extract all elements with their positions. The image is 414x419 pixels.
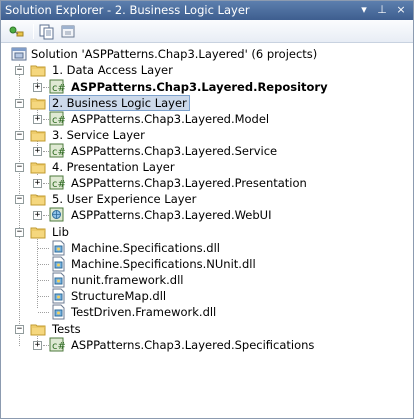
tree-item-folder[interactable]: − 5. User Experience Layer [1, 191, 401, 207]
tree-connector [38, 280, 49, 281]
tree-item-file[interactable]: Machine.Specifications.dll [1, 240, 401, 256]
expand-toggle[interactable]: + [33, 179, 42, 188]
collapse-toggle[interactable]: − [15, 99, 24, 108]
dll-file-icon [51, 272, 67, 288]
tree-item-file[interactable]: nunit.framework.dll [1, 272, 401, 288]
title-bar: Solution Explorer - 2. Business Logic La… [1, 1, 413, 20]
collapse-toggle[interactable]: − [15, 195, 24, 204]
file-label: nunit.framework.dll [71, 273, 184, 287]
expand-toggle[interactable]: + [33, 211, 42, 220]
tree-item-file[interactable]: TestDriven.Framework.dll [1, 304, 401, 320]
project-label: ASPPatterns.Chap3.Layered.Model [71, 112, 270, 126]
tree-connector [38, 264, 49, 265]
show-all-files-icon[interactable] [38, 23, 56, 40]
file-label: StructureMap.dll [71, 289, 167, 303]
tree-item-file[interactable]: Machine.Specifications.NUnit.dll [1, 256, 401, 272]
folder-label: Tests [52, 322, 81, 336]
expand-toggle[interactable]: + [33, 147, 42, 156]
svg-text:c#: c# [52, 147, 65, 158]
solution-tree: Solution 'ASPPatterns.Chap3.Layered' (6 … [1, 44, 413, 418]
tree-item-folder[interactable]: − Tests [1, 321, 401, 337]
csharp-project-icon: c# [49, 79, 66, 95]
pin-button[interactable]: ⊥ [375, 3, 389, 17]
folder-label: 3. Service Layer [52, 128, 145, 142]
properties-icon[interactable] [8, 23, 26, 40]
tree-item-project[interactable]: + c# ASPPatterns.Chap3.Layered.Presentat… [1, 175, 401, 191]
expand-toggle[interactable]: + [33, 115, 42, 124]
dll-file-icon [51, 304, 67, 320]
solution-icon [11, 46, 27, 62]
folder-icon [30, 159, 46, 175]
csharp-project-icon: c# [49, 175, 66, 191]
toolbar-separator [33, 24, 34, 39]
collapse-toggle[interactable]: − [15, 228, 24, 237]
folder-icon [30, 95, 46, 111]
tree-connector [38, 312, 49, 313]
folder-label: Lib [52, 225, 69, 239]
tree-connector [38, 296, 49, 297]
collapse-toggle[interactable]: − [15, 131, 24, 140]
solution-label: Solution 'ASPPatterns.Chap3.Layered' (6 … [31, 47, 318, 61]
tree-item-folder[interactable]: − Lib [1, 224, 401, 240]
tree-item-solution[interactable]: Solution 'ASPPatterns.Chap3.Layered' (6 … [1, 46, 401, 62]
file-label: Machine.Specifications.dll [71, 241, 220, 255]
folder-icon [30, 62, 46, 78]
tree-item-folder[interactable]: − 2. Business Logic Layer [1, 95, 401, 111]
project-label: ASPPatterns.Chap3.Layered.Presentation [71, 176, 307, 190]
folder-icon [30, 191, 46, 207]
file-label: Machine.Specifications.NUnit.dll [71, 257, 256, 271]
project-label: ASPPatterns.Chap3.Layered.WebUI [71, 208, 272, 222]
svg-text:c#: c# [52, 83, 65, 94]
project-label: ASPPatterns.Chap3.Layered.Service [71, 144, 278, 158]
tree-item-file[interactable]: StructureMap.dll [1, 288, 401, 304]
dll-file-icon [51, 240, 67, 256]
csharp-project-icon: c# [49, 143, 66, 159]
svg-text:c#: c# [52, 341, 65, 352]
expand-toggle[interactable]: + [33, 83, 42, 92]
dropdown-button[interactable]: ▾ [357, 3, 371, 17]
close-button[interactable]: × [394, 3, 408, 17]
svg-text:c#: c# [52, 179, 65, 190]
folder-label: 4. Presentation Layer [52, 160, 175, 174]
csharp-project-icon: c# [49, 337, 66, 353]
folder-icon [30, 224, 46, 240]
tree-item-folder[interactable]: − 1. Data Access Layer [1, 62, 401, 78]
tree-item-project[interactable]: + c# ASPPatterns.Chap3.Layered.Service [1, 143, 401, 159]
window-title: Solution Explorer - 2. Business Logic La… [5, 3, 250, 17]
file-label: TestDriven.Framework.dll [71, 305, 217, 319]
tree-item-folder[interactable]: − 3. Service Layer [1, 127, 401, 143]
svg-text:c#: c# [52, 115, 65, 126]
tree-item-project[interactable]: + c# ASPPatterns.Chap3.Layered.Model [1, 111, 401, 127]
tree-connector [38, 248, 49, 249]
refresh-icon[interactable] [60, 23, 78, 40]
dll-file-icon [51, 256, 67, 272]
project-label: ASPPatterns.Chap3.Layered.Specifications [71, 338, 315, 352]
tree-item-project[interactable]: + c# ASPPatterns.Chap3.Layered.Specifica… [1, 337, 401, 353]
folder-label-selected: 2. Business Logic Layer [49, 95, 190, 111]
tree-item-project[interactable]: + ASPPatterns.Chap3.Layered.WebUI [1, 207, 401, 223]
web-project-icon [49, 207, 65, 223]
dll-file-icon [51, 288, 67, 304]
project-label: ASPPatterns.Chap3.Layered.Repository [71, 80, 328, 94]
csharp-project-icon: c# [49, 111, 66, 127]
tree-item-project[interactable]: + c# ASPPatterns.Chap3.Layered.Repositor… [1, 79, 401, 95]
folder-icon [30, 127, 46, 143]
collapse-toggle[interactable]: − [15, 325, 24, 334]
expand-toggle[interactable]: + [33, 341, 42, 350]
solution-explorer-window: Solution Explorer - 2. Business Logic La… [0, 0, 414, 419]
toolbar [1, 20, 413, 43]
folder-label: 5. User Experience Layer [52, 192, 197, 206]
folder-label: 1. Data Access Layer [52, 63, 173, 77]
collapse-toggle[interactable]: − [15, 163, 24, 172]
folder-icon [30, 321, 46, 337]
collapse-toggle[interactable]: − [15, 66, 24, 75]
tree-item-folder[interactable]: − 4. Presentation Layer [1, 159, 401, 175]
